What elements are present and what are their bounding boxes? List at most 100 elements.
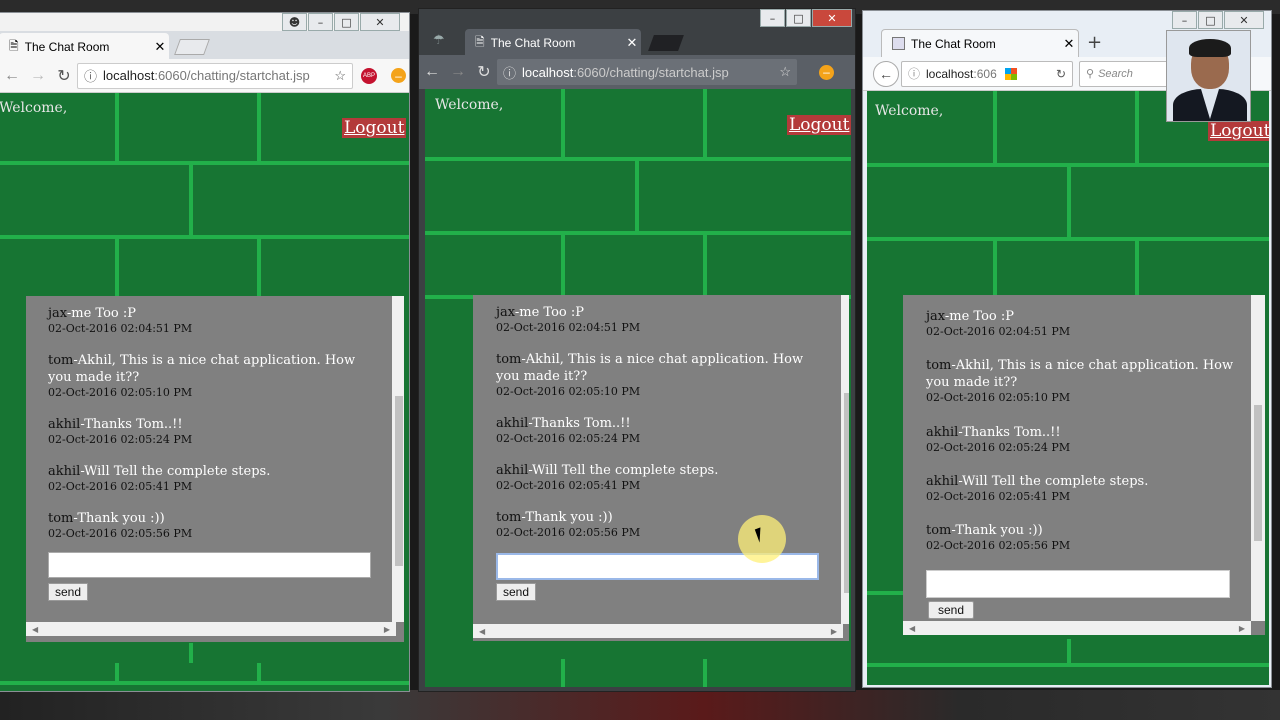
- scroll-right-icon[interactable]: ▶: [1239, 624, 1245, 633]
- message-user: tom: [48, 353, 74, 368]
- horizontal-scrollbar[interactable]: ◀ ▶: [903, 621, 1251, 635]
- close-tab-icon[interactable]: ✕: [623, 35, 641, 51]
- close-button[interactable]: ✕: [360, 13, 400, 31]
- send-button[interactable]: send: [928, 601, 974, 619]
- chat-page-3: Welcome, Logout jax-me Too :P 02-Oct-2016…: [867, 91, 1269, 685]
- maximize-button[interactable]: □: [786, 9, 811, 27]
- info-icon[interactable]: ⓘ: [84, 66, 97, 85]
- message-time: 02-Oct-2016 02:05:10 PM: [48, 386, 193, 399]
- extension-minus-icon[interactable]: –: [391, 68, 406, 83]
- search-box[interactable]: ⚲ Search: [1079, 60, 1171, 87]
- tab-chat-room-2[interactable]: 🗎 The Chat Room ✕: [465, 29, 641, 57]
- address-bar[interactable]: ⓘ localhost:6060/chatting/startchat.jsp …: [77, 62, 353, 89]
- scroll-right-icon[interactable]: ▶: [384, 625, 390, 634]
- forward-arrow-icon[interactable]: →: [445, 63, 471, 81]
- vertical-scrollbar[interactable]: [392, 296, 404, 622]
- horizontal-scrollbar[interactable]: ◀ ▶: [26, 622, 396, 636]
- back-arrow-icon[interactable]: ←: [873, 60, 899, 87]
- scroll-left-icon[interactable]: ◀: [909, 624, 915, 633]
- message-time: 02-Oct-2016 02:05:56 PM: [926, 539, 1071, 552]
- minimize-button[interactable]: –: [308, 13, 333, 31]
- chat-message: akhil-Thanks Tom..!! 02-Oct-2016 02:05:24…: [496, 415, 826, 446]
- message-user: tom: [496, 510, 522, 525]
- tab-title: The Chat Room: [24, 40, 110, 54]
- message-text: -Will Tell the complete steps.: [80, 464, 271, 479]
- url-path: :6060/chatting/startchat.jsp: [154, 68, 310, 83]
- address-bar[interactable]: ⓘ localhost:606 ↻: [901, 60, 1073, 87]
- logout-link[interactable]: Logout: [342, 118, 407, 138]
- chat-message: akhil-Thanks Tom..!! 02-Oct-2016 02:05:24…: [48, 416, 378, 447]
- logout-link[interactable]: Logout: [1208, 121, 1269, 141]
- send-button[interactable]: send: [48, 583, 88, 601]
- message-time: 02-Oct-2016 02:05:24 PM: [48, 433, 193, 446]
- close-button[interactable]: ✕: [1224, 11, 1264, 29]
- extension-minus-icon[interactable]: –: [819, 64, 834, 80]
- message-input[interactable]: [48, 552, 371, 578]
- chat-panel: jax-me Too :P 02-Oct-2016 02:04:51 PM tom…: [903, 295, 1265, 635]
- message-text: -Thank you :)): [951, 523, 1043, 538]
- address-bar[interactable]: ⓘ localhost:6060/chatting/startchat.jsp …: [497, 59, 797, 85]
- vertical-scrollbar[interactable]: [841, 295, 849, 624]
- message-text: -Will Tell the complete steps.: [958, 474, 1149, 489]
- info-icon[interactable]: ⓘ: [908, 65, 920, 82]
- reload-icon[interactable]: ↻: [51, 66, 77, 86]
- message-text: -Akhil, This is a nice chat application.…: [48, 353, 356, 385]
- info-icon[interactable]: ⓘ: [503, 63, 516, 82]
- maximize-button[interactable]: □: [1198, 11, 1223, 29]
- scroll-left-icon[interactable]: ◀: [32, 625, 38, 634]
- url-host: localhost: [926, 66, 974, 81]
- close-button[interactable]: ✕: [812, 9, 852, 27]
- user-profile-icon[interactable]: ☻: [282, 13, 307, 31]
- send-button[interactable]: send: [496, 583, 536, 601]
- chat-message: jax-me Too :P 02-Oct-2016 02:04:51 PM: [496, 304, 826, 335]
- vertical-scrollbar[interactable]: [1251, 295, 1265, 621]
- bookmark-star-icon[interactable]: ☆: [779, 64, 791, 80]
- maximize-button[interactable]: □: [334, 13, 359, 31]
- new-tab-plus-icon[interactable]: +: [1087, 32, 1102, 53]
- bookmark-star-icon[interactable]: ☆: [334, 68, 346, 84]
- adblock-icon[interactable]: ABP: [361, 67, 377, 84]
- tab-chat-room-3[interactable]: The Chat Room ✕: [881, 29, 1079, 57]
- chat-page-1: Welcome, Logout jax-me Too :P 02-Oct-2016…: [0, 93, 409, 691]
- tab-title: The Chat Room: [490, 36, 576, 50]
- chat-message: jax-me Too :P 02-Oct-2016 02:04:51 PM: [926, 308, 1236, 339]
- back-arrow-icon[interactable]: ←: [0, 67, 25, 85]
- tab-strip-2: ☂ 🗎 The Chat Room ✕: [419, 27, 855, 57]
- browser-window-1: ☻ – □ ✕ 🗎 The Chat Room ✕ ← → ↻ ⓘ localh…: [0, 12, 410, 692]
- scroll-left-icon[interactable]: ◀: [479, 627, 485, 636]
- minimize-button[interactable]: –: [760, 9, 785, 27]
- window-controls-2: – □ ✕: [759, 9, 852, 27]
- chat-message: akhil-Will Tell the complete steps. 02-Oc…: [48, 463, 378, 494]
- welcome-text: Welcome,: [0, 100, 68, 116]
- horizontal-scrollbar[interactable]: ◀ ▶: [473, 624, 843, 638]
- tab-strip-1: 🗎 The Chat Room ✕: [0, 31, 409, 61]
- message-user: tom: [926, 523, 952, 538]
- url-host: localhost: [103, 68, 155, 83]
- new-tab-button[interactable]: [174, 39, 210, 55]
- reload-icon[interactable]: ↻: [471, 62, 497, 82]
- message-time: 02-Oct-2016 02:04:51 PM: [926, 325, 1071, 338]
- windows-logo-icon: [1004, 67, 1017, 80]
- back-arrow-icon[interactable]: ←: [419, 63, 445, 81]
- tab-chat-room-1[interactable]: 🗎 The Chat Room ✕: [0, 33, 169, 61]
- scroll-right-icon[interactable]: ▶: [831, 627, 837, 636]
- window-controls-3: – □ ✕: [1171, 11, 1264, 29]
- new-tab-button[interactable]: [648, 35, 684, 51]
- message-text: -Thanks Tom..!!: [80, 417, 183, 432]
- chat-message: tom-Akhil, This is a nice chat applicati…: [48, 352, 378, 400]
- message-user: tom: [496, 352, 522, 367]
- chat-message: tom-Akhil, This is a nice chat applicati…: [926, 357, 1236, 405]
- reload-icon[interactable]: ↻: [1056, 67, 1066, 81]
- message-time: 02-Oct-2016 02:05:10 PM: [496, 385, 641, 398]
- minimize-button[interactable]: –: [1172, 11, 1197, 29]
- message-input[interactable]: [926, 570, 1230, 598]
- chat-panel: jax-me Too :P 02-Oct-2016 02:04:51 PM tom…: [473, 295, 849, 641]
- message-text: -me Too :P: [514, 305, 585, 320]
- chat-message: akhil-Will Tell the complete steps. 02-Oc…: [496, 462, 826, 493]
- forward-arrow-icon[interactable]: →: [25, 67, 51, 85]
- close-tab-icon[interactable]: ✕: [1060, 36, 1078, 52]
- close-tab-icon[interactable]: ✕: [151, 39, 169, 55]
- message-text: -Thank you :)): [521, 510, 613, 525]
- message-time: 02-Oct-2016 02:05:24 PM: [926, 441, 1071, 454]
- logout-link[interactable]: Logout: [787, 115, 851, 135]
